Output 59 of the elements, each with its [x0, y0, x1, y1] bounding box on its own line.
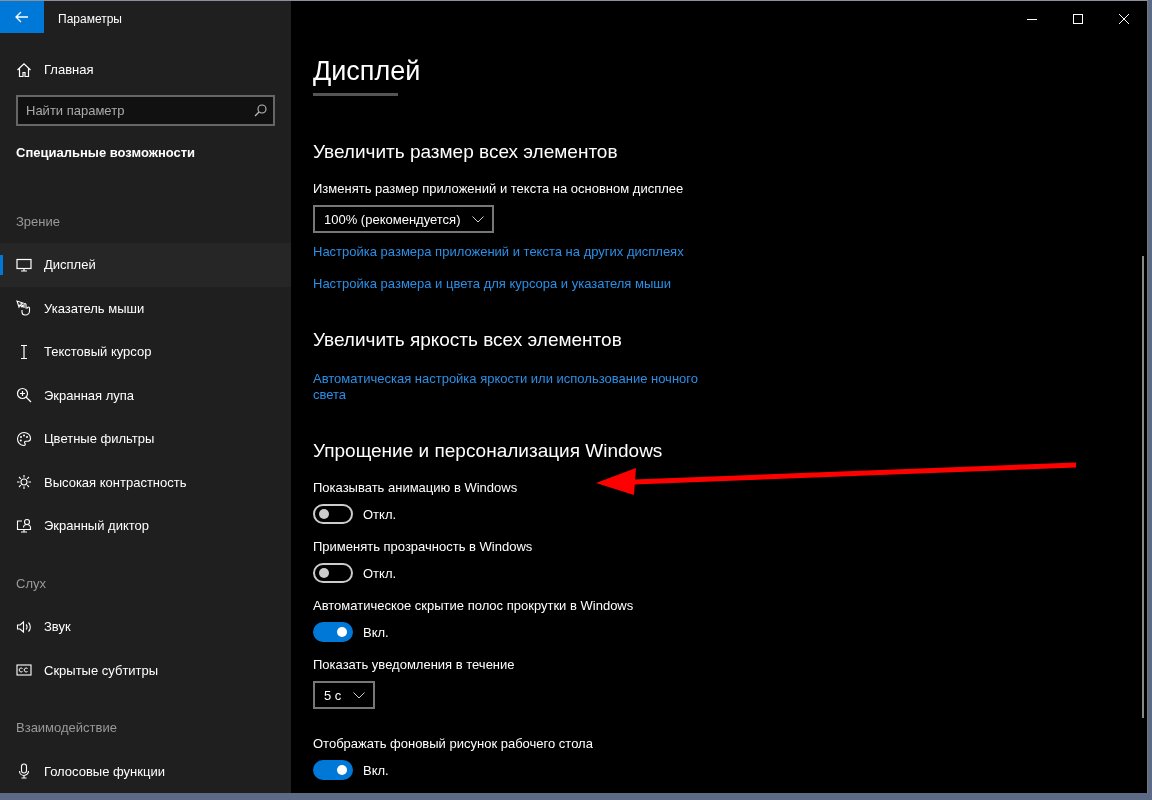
back-arrow-icon	[15, 11, 29, 23]
setting-label: Отображать фоновый рисунок рабочего стола	[313, 735, 593, 753]
sidebar-item[interactable]: Указатель мыши	[0, 286, 291, 331]
setting-label: Показывать анимацию в Windows	[313, 479, 518, 497]
search-field[interactable]: Найти параметр	[16, 94, 275, 126]
dropdown[interactable]: 100% (рекомендуется)	[313, 205, 495, 233]
sun-icon	[16, 474, 32, 491]
settings-link[interactable]: Настройка размера приложений и текста на других дисплеях	[313, 244, 684, 260]
sidebar-item[interactable]: Высокая контрастность	[0, 460, 291, 505]
setting-label: Автоматическое скрытие полос прокрутки в Windows	[313, 597, 634, 615]
section-heading: Упрощение и персонализация Windows	[313, 439, 663, 463]
setting-label: Изменять размер приложений и текста на основном дисплее	[313, 180, 684, 198]
back-button[interactable]	[0, 1, 44, 33]
chevron-down-icon	[353, 691, 366, 699]
group-heading: Зрение	[16, 212, 60, 231]
window-title: Параметры	[58, 12, 122, 26]
palette-icon	[16, 430, 32, 447]
toggle-state: Откл.	[363, 506, 397, 522]
speaker-icon	[16, 618, 32, 635]
chevron-down-icon	[472, 215, 485, 223]
toggle-state: Откл.	[363, 565, 397, 581]
settings-link[interactable]: Настройка размера и цвета для курсора и указателя мыши	[313, 276, 671, 292]
toggle-state: Вкл.	[363, 624, 389, 640]
group-heading: Взаимодействие	[16, 719, 117, 738]
captions-icon	[16, 662, 32, 679]
settings-link[interactable]: Автоматическая настройка яркости или использование ночного света	[313, 371, 713, 403]
sidebar-item[interactable]: Экранная лупа	[0, 373, 291, 418]
close-icon	[1119, 14, 1129, 24]
search-icon	[254, 103, 267, 117]
sidebar-item[interactable]: Цветные фильтры	[0, 417, 291, 461]
scrollbar-thumb[interactable]	[1142, 256, 1144, 718]
sidebar-item[interactable]: Дисплей	[0, 243, 291, 287]
sidebar-item[interactable]: Текстовый курсор	[0, 330, 291, 374]
category-title: Специальные возможности	[16, 143, 196, 162]
minimize-icon	[1027, 18, 1037, 20]
toggle-switch[interactable]	[313, 760, 353, 780]
zoom-in-icon	[16, 387, 32, 404]
microphone-icon	[16, 763, 32, 780]
toggle-switch[interactable]	[313, 622, 353, 642]
sidebar-item[interactable]: Скрытые субтитры	[0, 648, 291, 693]
maximize-icon	[1073, 14, 1083, 24]
section-heading: Увеличить размер всех элементов	[313, 140, 618, 164]
setting-label: Применять прозрачность в Windows	[313, 538, 533, 556]
setting-label: Показать уведомления в течение	[313, 656, 515, 674]
toggle-switch[interactable]	[313, 563, 353, 583]
dropdown[interactable]: 5 с	[313, 681, 376, 709]
toggle-state: Вкл.	[363, 762, 389, 778]
monitor-icon	[16, 256, 32, 273]
home-link[interactable]: Главная	[0, 50, 291, 90]
toggle-switch[interactable]	[313, 504, 353, 524]
sidebar-item[interactable]: Звук	[0, 605, 291, 649]
narrator-icon	[16, 517, 32, 534]
group-heading: Слух	[16, 574, 46, 593]
home-icon	[16, 61, 32, 78]
sidebar-item[interactable]: Экранный диктор	[0, 504, 291, 548]
sidebar-item[interactable]: Голосовые функции	[0, 749, 291, 793]
hand-pointer-icon	[16, 300, 32, 317]
section-heading: Увеличить яркость всех элементов	[313, 328, 622, 352]
page-title: Дисплей	[313, 55, 421, 88]
